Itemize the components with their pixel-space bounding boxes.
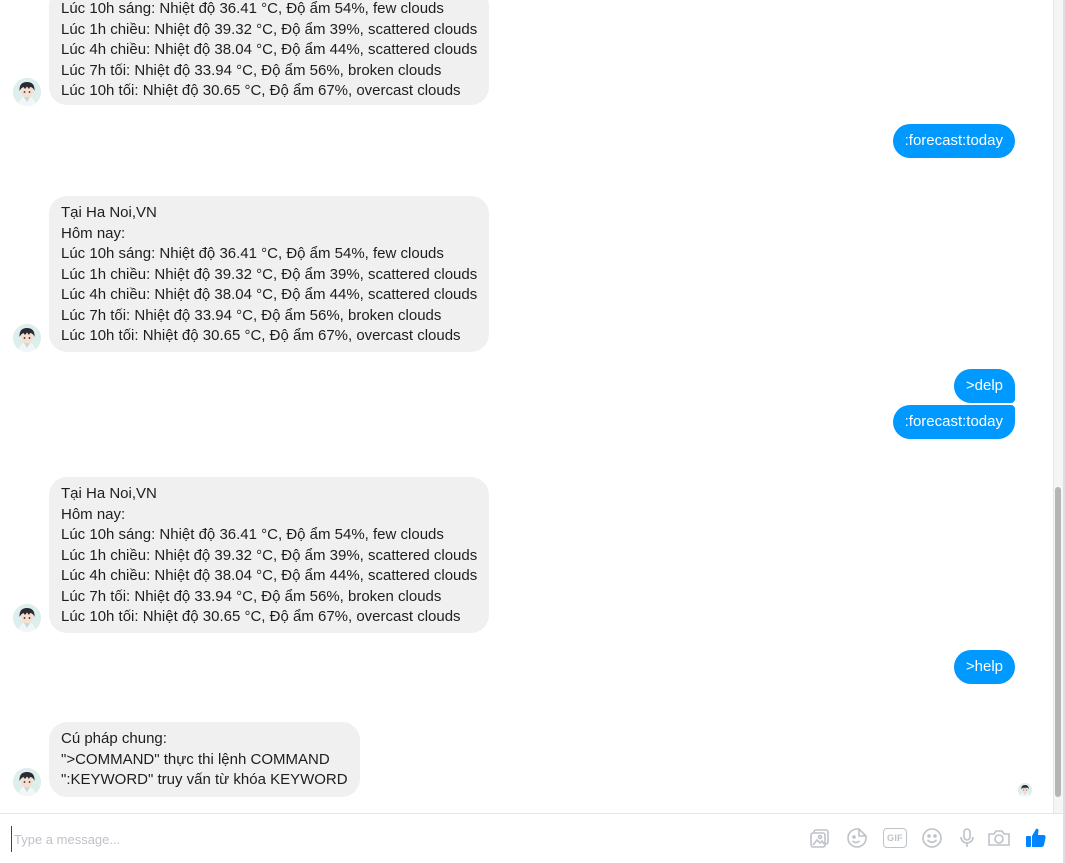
bot-avatar[interactable] (13, 78, 41, 106)
gif-icon: GIF (883, 828, 907, 848)
like-button[interactable] (1024, 826, 1048, 850)
like-icon (1024, 826, 1048, 850)
bot-avatar[interactable] (13, 604, 41, 632)
message-text: :forecast:today (904, 413, 1003, 430)
incoming-message: Tại Ha Noi,VN Hôm nay: Lúc 10h sáng: Nhi… (49, 196, 490, 352)
message-line: Cú pháp chung: (61, 730, 167, 747)
message-line: Lúc 4h chiều: Nhiệt độ 38.04 °C, Độ ẩm 4… (61, 286, 478, 303)
message-line: Lúc 10h sáng: Nhiệt độ 36.41 °C, Độ ẩm 5… (61, 245, 444, 262)
bot-avatar[interactable] (13, 324, 41, 352)
message-line: Hôm nay: (61, 224, 126, 242)
outgoing-message: :forecast:today (892, 124, 1015, 158)
message-line: Tại Ha Noi,VN (61, 485, 157, 502)
message-line: Lúc 10h tối: Nhiệt độ 30.65 °C, Độ ẩm 67… (61, 327, 461, 344)
image-icon (809, 827, 831, 849)
gif-button[interactable]: GIF (882, 826, 908, 850)
voice-button[interactable] (955, 826, 979, 850)
sticker-button[interactable] (845, 826, 869, 850)
incoming-message: Cú pháp chung: ">COMMAND" thực thi lệnh … (49, 722, 360, 797)
bot-avatar[interactable] (13, 768, 41, 796)
message-text: >delp (965, 377, 1003, 394)
camera-icon (987, 827, 1011, 849)
message-line: Lúc 1h chiều: Nhiệt độ 39.32 °C, Độ ẩm 3… (61, 20, 478, 38)
message-line: Lúc 7h tối: Nhiệt độ 33.94 °C, Độ ẩm 56%… (61, 587, 442, 605)
message-input[interactable] (11, 826, 714, 852)
message-line: Tại Ha Noi,VN (61, 204, 157, 221)
message-text: :forecast:today (904, 132, 1003, 149)
outgoing-message: >help (953, 650, 1015, 684)
emoji-button[interactable] (920, 826, 944, 850)
message-list[interactable]: Lúc 10h sáng: Nhiệt độ 36.41 °C, Độ ẩm 5… (0, 0, 1053, 813)
message-line: Lúc 1h chiều: Nhiệt độ 39.32 °C, Độ ẩm 3… (61, 265, 478, 283)
message-line: ":KEYWORD" truy vấn từ khóa KEYWORD (61, 771, 348, 788)
composer-bar: GIF (0, 813, 1063, 863)
outgoing-message: :forecast:today (892, 405, 1015, 439)
message-text: >help (965, 658, 1003, 675)
message-line: Lúc 10h sáng: Nhiệt độ 36.41 °C, Độ ẩm 5… (61, 0, 444, 17)
message-line: Lúc 10h sáng: Nhiệt độ 36.41 °C, Độ ẩm 5… (61, 526, 444, 543)
image-button[interactable] (808, 826, 832, 850)
message-line: ">COMMAND" thực thi lệnh COMMAND (61, 750, 330, 768)
microphone-icon (956, 827, 978, 849)
message-line: Hôm nay: (61, 505, 126, 523)
message-line: Lúc 4h chiều: Nhiệt độ 38.04 °C, Độ ẩm 4… (61, 41, 478, 58)
scrollbar-thumb[interactable] (1055, 487, 1061, 797)
message-line: Lúc 10h tối: Nhiệt độ 30.65 °C, Độ ẩm 67… (61, 82, 461, 99)
incoming-message: Lúc 10h sáng: Nhiệt độ 36.41 °C, Độ ẩm 5… (49, 0, 490, 105)
camera-button[interactable] (987, 826, 1011, 850)
message-line: Lúc 7h tối: Nhiệt độ 33.94 °C, Độ ẩm 56%… (61, 306, 442, 324)
message-line: Lúc 1h chiều: Nhiệt độ 39.32 °C, Độ ẩm 3… (61, 546, 478, 564)
incoming-message: Tại Ha Noi,VN Hôm nay: Lúc 10h sáng: Nhi… (49, 477, 490, 633)
gif-label: GIF (887, 833, 903, 843)
message-line: Lúc 7h tối: Nhiệt độ 33.94 °C, Độ ẩm 56%… (61, 61, 442, 79)
emoji-icon (921, 827, 943, 849)
sticker-icon (846, 827, 868, 849)
message-line: Lúc 4h chiều: Nhiệt độ 38.04 °C, Độ ẩm 4… (61, 567, 478, 584)
outgoing-message: >delp (953, 369, 1015, 403)
seen-indicator-avatar (1018, 783, 1032, 797)
message-line: Lúc 10h tối: Nhiệt độ 30.65 °C, Độ ẩm 67… (61, 608, 461, 625)
